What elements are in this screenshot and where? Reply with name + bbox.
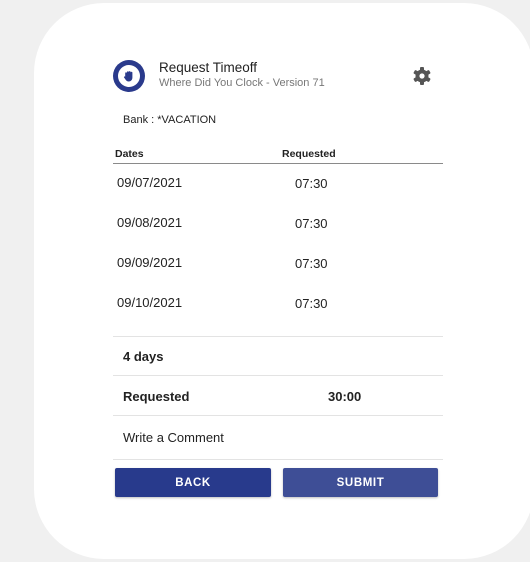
- row-date: 09/10/2021: [117, 295, 183, 310]
- app-header: Request Timeoff Where Did You Clock - Ve…: [113, 58, 443, 98]
- page-title: Request Timeoff: [159, 60, 258, 75]
- table-row: 09/09/2021 07:30: [113, 255, 443, 275]
- divider: [113, 375, 443, 376]
- divider: [113, 336, 443, 337]
- comment-field[interactable]: Write a Comment: [123, 430, 224, 445]
- bank-label: Bank : *VACATION: [123, 114, 217, 126]
- table-row: 09/08/2021 07:30: [113, 215, 443, 235]
- row-hours: 07:30: [295, 296, 328, 311]
- back-button[interactable]: BACK: [115, 468, 271, 497]
- row-hours: 07:30: [295, 176, 328, 191]
- table-row: 09/07/2021 07:30: [113, 175, 443, 195]
- requested-total-value: 30:00: [328, 389, 362, 404]
- total-days: 4 days: [123, 349, 164, 364]
- dates-column-header: Dates: [115, 148, 144, 160]
- row-hours: 07:30: [295, 216, 328, 231]
- gear-icon[interactable]: [412, 66, 432, 86]
- app-version-subtitle: Where Did You Clock - Version 71: [159, 77, 325, 89]
- row-date: 09/08/2021: [117, 215, 183, 230]
- submit-button[interactable]: SUBMIT: [283, 468, 438, 497]
- row-hours: 07:30: [295, 256, 328, 271]
- requested-column-header: Requested: [282, 148, 336, 160]
- row-date: 09/07/2021: [117, 175, 183, 190]
- divider: [113, 459, 443, 460]
- divider: [113, 415, 443, 416]
- hand-badge-icon: [113, 60, 145, 92]
- row-date: 09/09/2021: [117, 255, 183, 270]
- requested-total-label: Requested: [123, 389, 190, 404]
- table-row: 09/10/2021 07:30: [113, 295, 443, 315]
- table-header-divider: [113, 163, 443, 164]
